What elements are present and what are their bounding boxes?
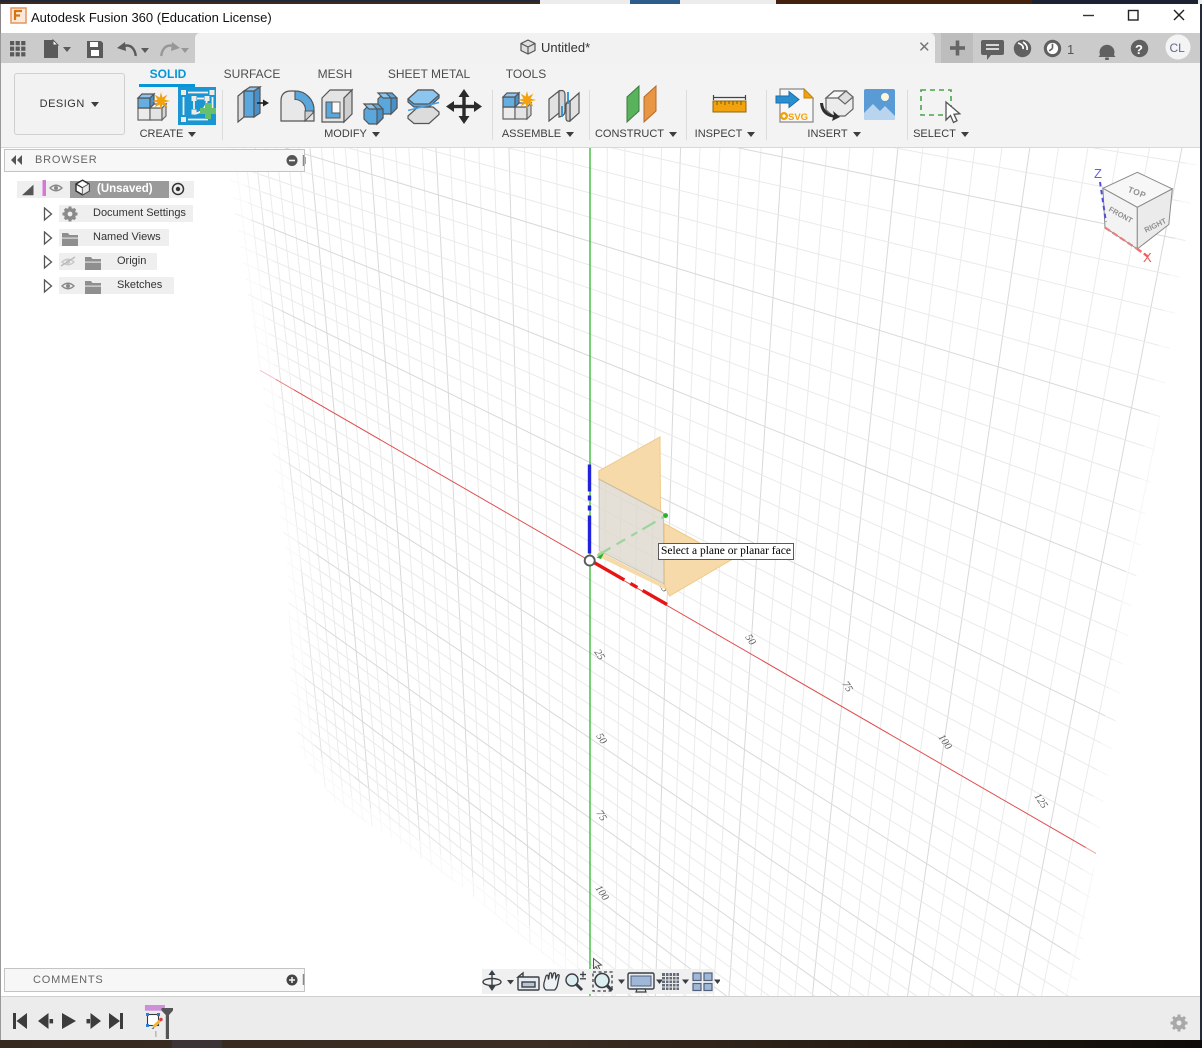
svg-text:100: 100: [593, 884, 611, 904]
svg-text:75: 75: [840, 680, 855, 695]
svg-text:75: 75: [594, 809, 609, 824]
svg-text:X: X: [1143, 250, 1152, 265]
svg-text:CL: CL: [1170, 41, 1186, 55]
svg-text:125: 125: [1032, 792, 1050, 811]
svg-text:1: 1: [1067, 42, 1074, 57]
svg-text:SVG: SVG: [788, 112, 808, 123]
svg-text:?: ?: [1135, 42, 1143, 57]
svg-text:50: 50: [594, 732, 609, 747]
svg-text:100: 100: [936, 733, 954, 753]
svg-text:Z: Z: [1094, 166, 1102, 181]
